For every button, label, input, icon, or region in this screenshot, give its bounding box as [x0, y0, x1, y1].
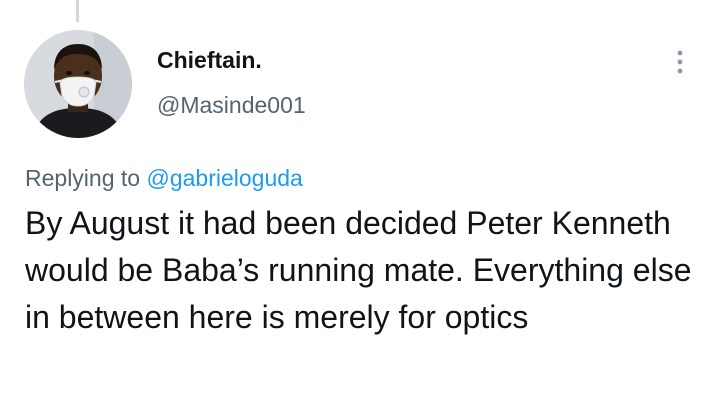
replying-to-line: Replying to @gabrieloguda	[25, 165, 303, 192]
tweet-text: By August it had been decided Peter Kenn…	[25, 205, 692, 335]
author-handle[interactable]: @Masinde001	[157, 92, 306, 119]
user-avatar-icon	[24, 30, 132, 138]
thread-connector-line	[76, 0, 79, 22]
avatar[interactable]	[24, 30, 132, 138]
author-display-name[interactable]: Chieftain.	[157, 47, 262, 74]
replying-to-mention[interactable]: @gabrieloguda	[146, 165, 302, 191]
more-options-icon	[677, 50, 683, 74]
replying-to-label: Replying to	[25, 165, 141, 191]
more-options-button[interactable]	[664, 46, 696, 78]
